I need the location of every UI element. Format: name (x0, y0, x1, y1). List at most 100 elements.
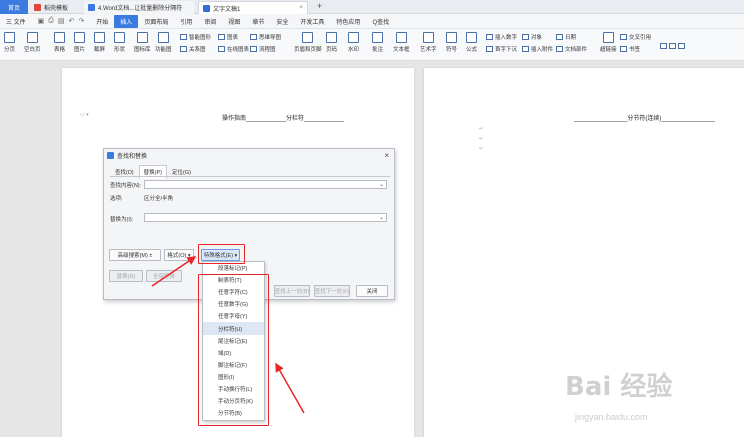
flowchart-button[interactable]: 流程图 (250, 45, 276, 53)
find-next-button[interactable]: 查找下一处(F) (314, 285, 350, 297)
highlight-special-button (198, 244, 245, 264)
replace-label: 替换为(I): (110, 217, 134, 223)
redo-icon[interactable]: ↷ (78, 17, 84, 25)
layout-alt-icon[interactable] (669, 43, 676, 49)
paragraph-mark: ↵ (479, 146, 484, 152)
watermark-button[interactable]: 水印 (348, 32, 359, 53)
page-break-button[interactable]: 分页 (4, 32, 15, 53)
preview-icon[interactable]: ▤ (58, 17, 65, 25)
dialog-title: 查找和替换 (117, 154, 148, 160)
mind-map-icon (250, 34, 257, 40)
picture-button[interactable]: 图片 (74, 32, 85, 53)
menu-item-security[interactable]: 安全 (270, 17, 294, 26)
menu-item-review[interactable]: 审阅 (198, 17, 222, 26)
header-footer-icon (302, 32, 314, 43)
smart-graphic-button[interactable]: 智能图形 (180, 33, 211, 41)
page-break-icon (4, 32, 15, 43)
chart-icon (218, 34, 225, 40)
menu-item-section[interactable]: 章节 (246, 17, 270, 26)
bookmark-button[interactable]: 书签 (620, 45, 640, 53)
insert-attachment-button[interactable]: 插入附件 (522, 45, 553, 53)
blank-page-icon (26, 32, 38, 43)
shape-button[interactable]: 形状 (114, 32, 125, 53)
options-value: 区分全/半角 (144, 196, 174, 202)
tab-templates-label: 稻壳模板 (44, 6, 69, 12)
hyperlink-button[interactable]: 超链接 (600, 32, 617, 53)
menu-item-start[interactable]: 开始 (90, 17, 114, 26)
tab-word-doc[interactable]: 4.Word文档...让批量删除分隔符 (84, 1, 194, 14)
chevron-down-icon[interactable]: ⌄ (379, 181, 384, 188)
object-icon (522, 34, 529, 40)
paragraph-mark: ↵ (479, 136, 484, 142)
text-box-button[interactable]: 文本框 (393, 32, 410, 53)
app-icon (107, 152, 114, 159)
equation-button[interactable]: 公式 (466, 32, 477, 53)
chevron-down-icon[interactable]: ⌄ (379, 214, 384, 221)
insert-number-button[interactable]: 插入数字 (486, 33, 517, 41)
view-toggles[interactable] (660, 43, 685, 49)
replace-button[interactable]: 替换(R) (109, 270, 143, 282)
advanced-search-button[interactable]: 高级搜索(M) ± (109, 249, 161, 261)
right-page-section-break: ________________分节符(连续)________________ (574, 116, 715, 122)
function-chart-button[interactable]: 功能图 (155, 32, 172, 53)
smart-graphic-icon (180, 34, 187, 40)
menu-item-insert[interactable]: 插入 (114, 14, 139, 28)
dialog-title-bar[interactable]: 查找和替换 (104, 149, 394, 162)
relation-chart-button[interactable]: 关系图 (180, 45, 206, 53)
menu-item-references[interactable]: 引用 (174, 17, 198, 26)
table-icon (54, 32, 65, 43)
layout-icon[interactable] (660, 43, 667, 49)
file-menu[interactable]: 三 文件 (0, 17, 32, 26)
highlight-special-menu (198, 274, 269, 426)
close-icon[interactable]: × (384, 151, 389, 160)
save-icon[interactable]: ▣ (38, 17, 45, 25)
online-chart-button[interactable]: 在线图表 (218, 45, 249, 53)
drop-cap-button[interactable]: 首字下沉 (486, 45, 517, 53)
close-tab-icon[interactable]: × (299, 5, 303, 11)
tab-home[interactable]: 首页 (0, 0, 28, 14)
document-parts-button[interactable]: 文档部件 (556, 45, 587, 53)
layout-grid-icon[interactable] (678, 43, 685, 49)
word-art-button[interactable]: 艺术字 (420, 32, 437, 53)
tab-bar: 首页 稻壳模板 4.Word文档...让批量删除分隔符 文字文稿1 × + (0, 0, 744, 14)
table-button[interactable]: 表格 (54, 32, 65, 53)
bookmark-icon (620, 46, 627, 52)
icon-library-button[interactable]: 图标库 (134, 32, 151, 53)
close-button[interactable]: 关闭 (356, 285, 388, 297)
cross-reference-button[interactable]: 交叉引用 (620, 33, 651, 41)
page-number-button[interactable]: 页码 (326, 32, 337, 53)
find-input[interactable]: ⌄ (144, 180, 387, 189)
date-button[interactable]: 日期 (556, 33, 576, 41)
screenshot-button[interactable]: 截屏 (94, 32, 105, 53)
quick-access-toolbar: ▣ ⎙ ▤ ↶ ↷ (32, 17, 91, 25)
blank-page-button[interactable]: 空白页 (24, 32, 41, 53)
flowchart-icon (250, 46, 257, 52)
header-footer-button[interactable]: 页眉和页脚 (294, 32, 322, 53)
replace-all-button[interactable]: 全部替换 (146, 270, 182, 282)
menu-item-view[interactable]: 视图 (222, 17, 246, 26)
replace-input[interactable]: ⌄ (144, 213, 387, 222)
symbol-button[interactable]: 符号 (446, 32, 457, 53)
picture-icon (74, 32, 85, 43)
cross-reference-icon (620, 34, 627, 40)
menu-item-page-layout[interactable]: 页面布局 (138, 17, 174, 26)
tab-document-1[interactable]: 文字文稿1 × (198, 1, 308, 14)
comment-button[interactable]: 批注 (372, 32, 383, 53)
ribbon-insert: 分页 空白页 表格 图片 截屏 形状 图标库 功能图 智能图形 图表 思维导图 … (0, 29, 744, 61)
search-command[interactable]: Q查找 (366, 17, 395, 26)
print-icon[interactable]: ⎙ (48, 17, 54, 25)
new-tab-button[interactable]: + (317, 1, 322, 11)
object-button[interactable]: 对象 (522, 33, 542, 41)
mind-map-button[interactable]: 思维导图 (250, 33, 281, 41)
icon-library-icon (136, 32, 148, 43)
find-previous-button[interactable]: 查找上一处(B) (274, 285, 310, 297)
menu-item-developer[interactable]: 开发工具 (294, 17, 330, 26)
undo-icon[interactable]: ↶ (69, 17, 75, 25)
paragraph-mark: ↵ (479, 126, 484, 132)
find-label: 查找内容(N): (110, 183, 142, 189)
format-button[interactable]: 格式(O) ▾ (164, 249, 194, 261)
comment-icon (372, 32, 383, 43)
menu-item-features[interactable]: 特色应用 (330, 17, 366, 26)
chart-button[interactable]: 图表 (218, 33, 238, 41)
tab-templates[interactable]: 稻壳模板 (30, 1, 76, 14)
